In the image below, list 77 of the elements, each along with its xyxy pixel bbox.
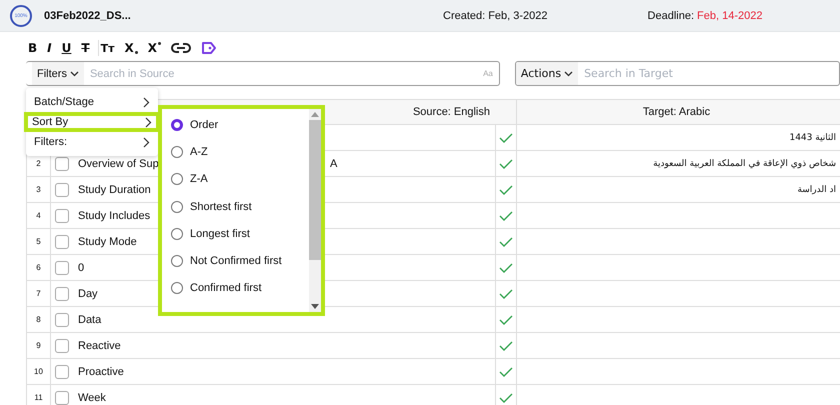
checkbox[interactable] <box>54 364 68 378</box>
radio-button[interactable] <box>171 118 183 131</box>
chevron-down-icon <box>70 70 79 76</box>
underline-button[interactable]: U <box>60 40 74 56</box>
menu-item[interactable]: Filters: <box>26 132 158 152</box>
source-text: Data <box>78 314 102 326</box>
checkbox[interactable] <box>54 234 68 248</box>
option-label[interactable]: Confirmed first <box>190 282 262 294</box>
checkbox[interactable] <box>54 182 68 196</box>
option-label[interactable]: Not Confirmed first <box>190 255 282 268</box>
option-label[interactable]: Z-A <box>190 173 208 186</box>
search-box[interactable]: Actions Search in Target <box>514 61 840 86</box>
radio-button[interactable] <box>171 282 183 294</box>
row-number: 7 <box>36 289 41 298</box>
row-number: 3 <box>36 185 41 194</box>
source-text: Study Includes <box>78 210 150 222</box>
checkbox[interactable] <box>54 260 68 274</box>
checkbox[interactable] <box>54 312 68 326</box>
column-header: Source: English <box>412 106 490 118</box>
actions-dropdown[interactable]: Actions <box>516 62 578 85</box>
search-box[interactable]: Filters Search in Source Aa <box>26 61 500 86</box>
row-number: 8 <box>36 315 41 324</box>
checkbox[interactable] <box>54 390 68 404</box>
option-label[interactable]: A-Z <box>190 146 208 158</box>
chevron-right-icon <box>143 96 150 108</box>
source-text: Week <box>78 392 106 404</box>
checkbox[interactable] <box>54 338 68 352</box>
target-text: اد الدراسة <box>797 184 836 194</box>
chevron-down-icon <box>564 70 574 76</box>
chevron-right-icon <box>143 136 150 148</box>
row-number: 11 <box>34 393 43 402</box>
column-header: Target: Arabic <box>516 100 840 124</box>
scrollbar[interactable] <box>309 109 321 312</box>
row-number: 2 <box>36 159 41 168</box>
source-text: Day <box>78 288 98 300</box>
radio-button[interactable] <box>171 228 183 240</box>
superscript-button[interactable]: X <box>146 40 163 56</box>
row-number: 4 <box>36 211 41 220</box>
chevron-right-icon <box>145 116 152 128</box>
option-label[interactable]: Shortest first <box>190 200 252 213</box>
italic-button[interactable]: I <box>45 40 54 56</box>
row-number: 5 <box>36 237 41 246</box>
scroll-down-arrow-icon[interactable] <box>311 304 319 309</box>
row-number: 9 <box>36 341 41 350</box>
radio-button[interactable] <box>171 146 183 158</box>
scroll-up-arrow-icon[interactable] <box>311 112 319 117</box>
row-number: 6 <box>36 263 41 272</box>
menu-item[interactable]: Batch/Stage <box>26 92 158 112</box>
deadline-date: Feb, 14-2022 <box>697 10 762 22</box>
radio-button[interactable] <box>171 173 183 186</box>
link-button[interactable] <box>168 40 193 56</box>
option-label[interactable]: Longest first <box>190 228 250 240</box>
source-text: Reactive <box>78 340 121 352</box>
checkbox[interactable] <box>54 208 68 222</box>
option-label[interactable]: Order <box>190 118 218 131</box>
source-text: Overview of Sup <box>78 158 159 170</box>
file-title: 03Feb2022_DS... <box>44 10 132 22</box>
source-text: A <box>330 158 338 170</box>
menu-item[interactable]: Sort By <box>24 112 160 132</box>
target-text: الثانية 1443 <box>789 132 836 142</box>
row-number: 10 <box>34 367 43 376</box>
radio-button[interactable] <box>171 255 183 268</box>
subscript-button[interactable]: X <box>122 40 140 56</box>
source-text: Study Mode <box>78 236 137 248</box>
checkbox[interactable] <box>54 286 68 300</box>
source-text: Study Duration <box>78 184 151 196</box>
created-date: Feb, 3-2022 <box>488 10 548 22</box>
deadline-label: Deadline: <box>648 10 694 22</box>
radio-button[interactable] <box>171 200 183 213</box>
strikethrough-button[interactable]: T <box>79 40 92 56</box>
bold-button[interactable]: B <box>26 40 40 56</box>
created-label: Created: <box>443 10 486 22</box>
filters-dropdown[interactable]: Filters <box>32 62 84 85</box>
source-text: 0 <box>78 262 84 274</box>
target-text: شخاص ذوي الإعاقة في المملكة العربية السعودية <box>653 158 836 168</box>
text-case-button[interactable]: Tт <box>98 40 116 56</box>
source-text: Proactive <box>78 366 124 378</box>
